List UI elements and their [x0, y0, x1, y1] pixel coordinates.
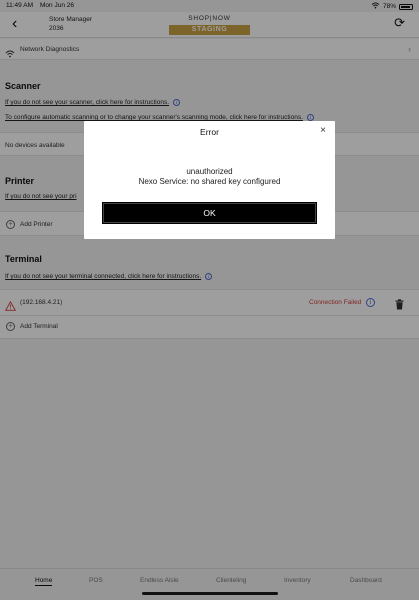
close-icon[interactable]: × — [320, 125, 326, 136]
dialog-title: Error — [200, 127, 219, 137]
modal-backdrop[interactable] — [0, 0, 419, 600]
dialog-message: unauthorized Nexo Service: no shared key… — [84, 167, 335, 187]
ok-button[interactable]: OK — [102, 202, 317, 224]
dialog-message-line2: Nexo Service: no shared key configured — [138, 177, 281, 186]
home-indicator — [142, 592, 278, 595]
error-dialog: Error × unauthorized Nexo Service: no sh… — [84, 121, 335, 239]
dialog-message-line1: unauthorized — [186, 167, 233, 176]
